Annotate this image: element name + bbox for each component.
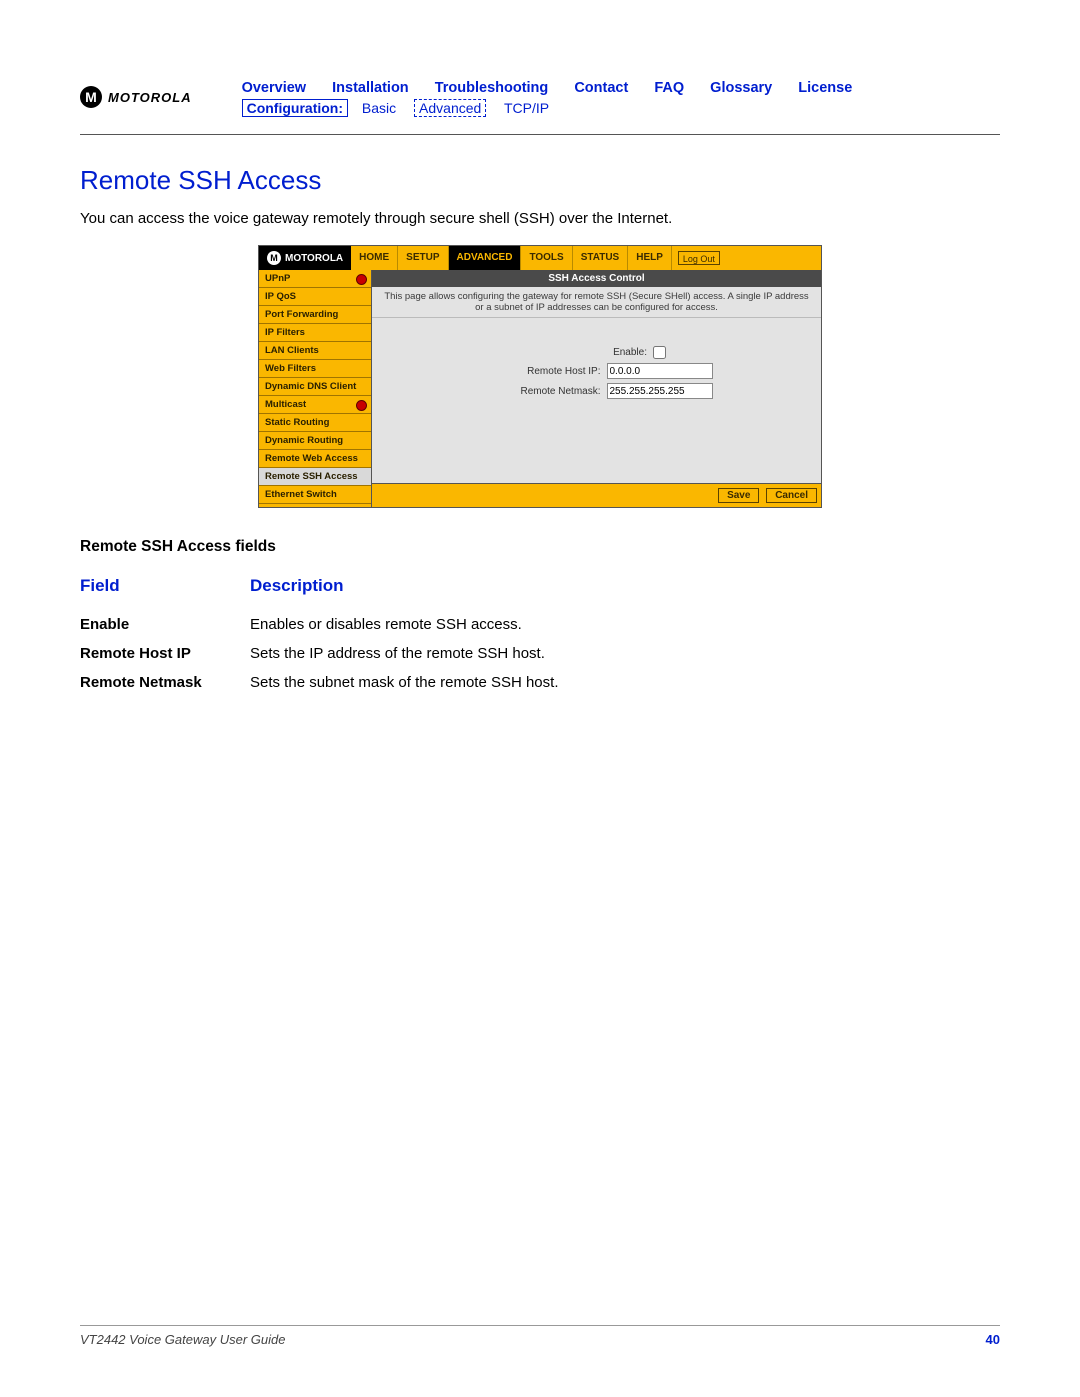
header-divider (80, 134, 1000, 135)
save-button[interactable]: Save (718, 488, 759, 503)
host-ip-input[interactable] (607, 363, 713, 379)
field-name: Remote Netmask (80, 668, 250, 697)
nav-sub-basic[interactable]: Basic (362, 100, 396, 116)
router-ui-screenshot: M MOTOROLA HOME SETUP ADVANCED TOOLS STA… (258, 245, 822, 508)
th-field: Field (80, 576, 250, 610)
table-row: Enable Enables or disables remote SSH ac… (80, 610, 1000, 639)
brand-text: MOTOROLA (108, 90, 192, 105)
field-desc: Sets the IP address of the remote SSH ho… (250, 639, 1000, 668)
side-upnp[interactable]: UPnP (259, 270, 371, 288)
router-sidebar: UPnP IP QoS Port Forwarding IP Filters L… (259, 270, 372, 507)
side-multicast[interactable]: Multicast (259, 396, 371, 414)
nav-troubleshooting[interactable]: Troubleshooting (435, 80, 549, 96)
motorola-m-icon: M (80, 86, 102, 108)
nav-glossary[interactable]: Glossary (710, 80, 772, 96)
table-row: Remote Host IP Sets the IP address of th… (80, 639, 1000, 668)
side-ipqos[interactable]: IP QoS (259, 288, 371, 306)
side-staticroute[interactable]: Static Routing (259, 414, 371, 432)
section-title: Remote SSH Access (80, 165, 1000, 196)
netmask-input[interactable] (607, 383, 713, 399)
router-panel-title: SSH Access Control (372, 270, 821, 287)
nav-sub-row: Configuration: Basic Advanced TCP/IP (242, 100, 875, 116)
side-remotessh[interactable]: Remote SSH Access (259, 468, 371, 486)
field-desc: Enables or disables remote SSH access. (250, 610, 1000, 639)
nav-sub-advanced[interactable]: Advanced (414, 99, 486, 117)
nav-overview[interactable]: Overview (242, 80, 307, 96)
table-row: Remote Netmask Sets the subnet mask of t… (80, 668, 1000, 697)
field-desc: Sets the subnet mask of the remote SSH h… (250, 668, 1000, 697)
netmask-label: Remote Netmask: (481, 386, 601, 397)
nav-configuration-label: Configuration: (242, 99, 348, 117)
router-topbar: M MOTOROLA HOME SETUP ADVANCED TOOLS STA… (259, 246, 821, 270)
enable-label: Enable: (527, 347, 647, 358)
router-tab-home[interactable]: HOME (351, 246, 398, 270)
page-header: M MOTOROLA Overview Installation Trouble… (80, 80, 1000, 116)
side-dynroute[interactable]: Dynamic Routing (259, 432, 371, 450)
page-number: 40 (986, 1332, 1000, 1347)
router-logout-button[interactable]: Log Out (678, 251, 720, 265)
router-panel-desc: This page allows configuring the gateway… (372, 287, 821, 318)
fields-table: Field Description Enable Enables or disa… (80, 576, 1000, 697)
doc-nav: Overview Installation Troubleshooting Co… (242, 80, 875, 116)
th-desc: Description (250, 576, 1000, 610)
side-remoteweb[interactable]: Remote Web Access (259, 450, 371, 468)
router-footer: Save Cancel (372, 483, 821, 507)
router-tab-tools[interactable]: TOOLS (521, 246, 572, 270)
side-lanclients[interactable]: LAN Clients (259, 342, 371, 360)
field-name: Remote Host IP (80, 639, 250, 668)
side-webfilters[interactable]: Web Filters (259, 360, 371, 378)
status-dot-icon (356, 274, 367, 285)
router-logo: M MOTOROLA (259, 246, 351, 270)
footer-guide-title: VT2442 Voice Gateway User Guide (80, 1332, 285, 1347)
router-form: Enable: Remote Host IP: Remote Netmask: (372, 318, 821, 483)
nav-sub-tcpip[interactable]: TCP/IP (504, 100, 549, 116)
host-ip-label: Remote Host IP: (481, 366, 601, 377)
status-dot-icon (356, 400, 367, 411)
nav-license[interactable]: License (798, 80, 852, 96)
nav-faq[interactable]: FAQ (654, 80, 684, 96)
motorola-m-icon: M (267, 251, 281, 265)
fields-heading: Remote SSH Access fields (80, 538, 1000, 556)
nav-top-row: Overview Installation Troubleshooting Co… (242, 80, 875, 96)
page-footer: VT2442 Voice Gateway User Guide 40 (80, 1325, 1000, 1347)
side-ddns[interactable]: Dynamic DNS Client (259, 378, 371, 396)
router-tab-status[interactable]: STATUS (573, 246, 629, 270)
router-logo-text: MOTOROLA (285, 253, 343, 264)
field-name: Enable (80, 610, 250, 639)
nav-installation[interactable]: Installation (332, 80, 409, 96)
router-main: SSH Access Control This page allows conf… (372, 270, 821, 507)
side-ipfilters[interactable]: IP Filters (259, 324, 371, 342)
cancel-button[interactable]: Cancel (766, 488, 817, 503)
router-tab-help[interactable]: HELP (628, 246, 672, 270)
nav-contact[interactable]: Contact (574, 80, 628, 96)
router-tab-advanced[interactable]: ADVANCED (449, 246, 522, 270)
router-tab-setup[interactable]: SETUP (398, 246, 448, 270)
brand-logo: M MOTOROLA (80, 86, 192, 108)
intro-text: You can access the voice gateway remotel… (80, 210, 1000, 227)
side-portfwd[interactable]: Port Forwarding (259, 306, 371, 324)
side-ethswitch[interactable]: Ethernet Switch (259, 486, 371, 504)
enable-checkbox[interactable] (653, 346, 666, 359)
